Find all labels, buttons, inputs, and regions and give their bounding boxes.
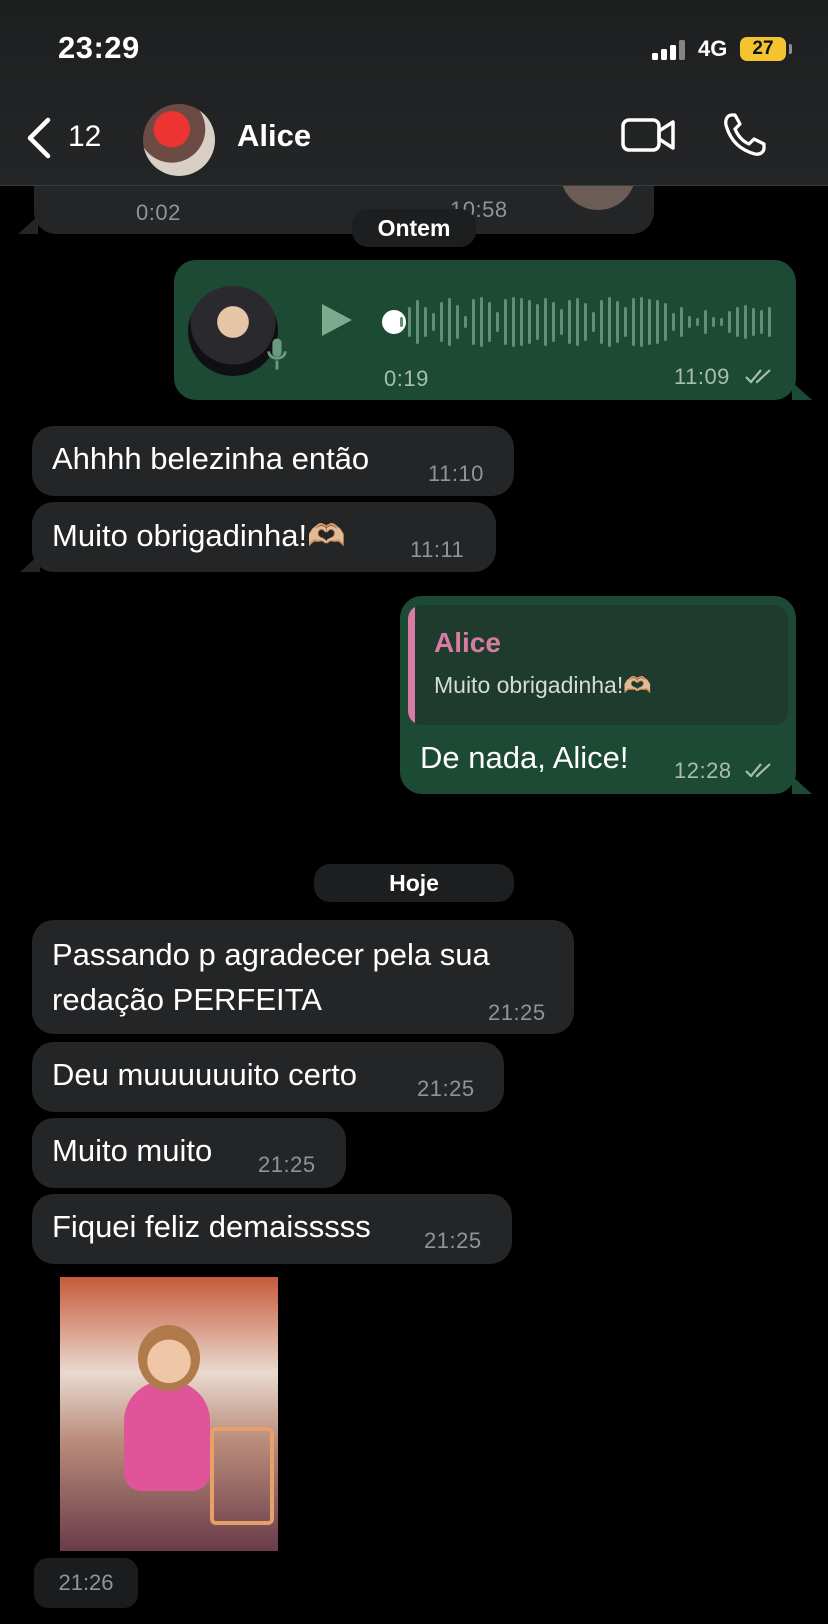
quoted-message[interactable]: Alice Muito obrigadinha!🫶🏼 bbox=[408, 605, 788, 725]
waveform-bar bbox=[568, 300, 571, 344]
gif-figure-shape bbox=[124, 1381, 210, 1491]
waveform-bar bbox=[608, 297, 611, 347]
message-text: Ahhhh belezinha então bbox=[52, 441, 370, 476]
contact-avatar[interactable] bbox=[143, 104, 215, 176]
waveform-bar bbox=[448, 298, 451, 346]
waveform-bar bbox=[432, 313, 435, 331]
bubble-tail bbox=[18, 216, 38, 234]
read-receipt-icon bbox=[745, 369, 771, 384]
message-time: 11:10 bbox=[428, 461, 484, 486]
waveform-bar bbox=[752, 308, 755, 336]
bubble-tail bbox=[792, 382, 812, 400]
message-text-line-2: redação PERFEITA bbox=[52, 982, 322, 1017]
gif-head-shape bbox=[138, 1325, 200, 1391]
waveform-bar bbox=[496, 312, 499, 332]
waveform-bar bbox=[664, 303, 667, 341]
message-text: Muito obrigadinha!🫶🏼 bbox=[52, 518, 346, 553]
waveform-bar bbox=[696, 318, 699, 326]
waveform-bar bbox=[576, 298, 579, 346]
waveform-bar bbox=[672, 313, 675, 331]
previous-voice-duration: 0:02 bbox=[136, 200, 181, 225]
network-type: 4G bbox=[698, 36, 728, 61]
message-time: 12:28 bbox=[674, 758, 732, 783]
waveform-bar bbox=[744, 305, 747, 339]
waveform-bar bbox=[408, 307, 411, 337]
waveform-bar bbox=[736, 307, 739, 337]
sender-avatar bbox=[188, 286, 278, 376]
message-text: Muito muito bbox=[52, 1133, 213, 1168]
video-call-icon[interactable] bbox=[620, 115, 676, 155]
message-text-line-1: Passando p agradecer pela sua bbox=[52, 937, 490, 972]
play-icon[interactable] bbox=[318, 302, 354, 338]
waveform-bar bbox=[720, 318, 723, 326]
waveform-bar bbox=[512, 297, 515, 347]
waveform-bar bbox=[440, 302, 443, 342]
gif-chair-shape bbox=[210, 1427, 274, 1525]
waveform-bar bbox=[624, 307, 627, 337]
waveform-bar bbox=[680, 307, 683, 337]
waveform-bar bbox=[424, 307, 427, 337]
unread-count[interactable]: 12 bbox=[68, 120, 101, 154]
message-time: 11:11 bbox=[410, 537, 465, 562]
voice-timestamp: 11:09 bbox=[674, 364, 730, 389]
waveform-bar bbox=[464, 316, 467, 328]
waveform-bar bbox=[480, 297, 483, 347]
audio-waveform[interactable] bbox=[400, 296, 771, 348]
waveform-bar bbox=[600, 300, 603, 344]
day-separator-yesterday: Ontem bbox=[352, 209, 476, 247]
waveform-bar bbox=[456, 305, 459, 339]
signal-strength-icon bbox=[652, 40, 685, 60]
quote-accent-bar bbox=[408, 605, 415, 725]
waveform-bar bbox=[528, 300, 531, 344]
waveform-bar bbox=[704, 310, 707, 334]
battery-tip bbox=[789, 44, 792, 54]
waveform-bar bbox=[760, 310, 763, 334]
read-receipt-icon bbox=[745, 763, 771, 778]
gif-image[interactable] bbox=[60, 1277, 278, 1551]
message-text: Deu muuuuuuito certo bbox=[52, 1057, 358, 1092]
waveform-bar bbox=[560, 309, 563, 335]
message-text: Fiquei feliz demaisssss bbox=[52, 1209, 371, 1244]
waveform-bar bbox=[520, 298, 523, 346]
message-time: 21:25 bbox=[424, 1228, 482, 1253]
back-chevron-icon[interactable] bbox=[22, 116, 62, 160]
day-separator-today: Hoje bbox=[314, 864, 514, 902]
waveform-bar bbox=[584, 303, 587, 341]
status-time: 23:29 bbox=[58, 30, 140, 65]
waveform-bar bbox=[648, 299, 651, 345]
phone-call-icon[interactable] bbox=[722, 112, 766, 158]
microphone-icon bbox=[267, 338, 287, 370]
message-time: 21:25 bbox=[417, 1076, 475, 1101]
message-time: 21:25 bbox=[258, 1152, 316, 1177]
bubble-tail bbox=[792, 776, 812, 794]
battery-level: 27 bbox=[752, 38, 774, 59]
waveform-bar bbox=[632, 298, 635, 346]
waveform-bar bbox=[536, 304, 539, 340]
waveform-bar bbox=[488, 302, 491, 342]
waveform-bar bbox=[656, 300, 659, 344]
waveform-bar bbox=[504, 299, 507, 345]
waveform-bar bbox=[688, 316, 691, 328]
waveform-bar bbox=[768, 307, 771, 337]
bubble-tail bbox=[20, 554, 40, 572]
waveform-bar bbox=[552, 302, 555, 342]
message-text: De nada, Alice! bbox=[420, 740, 629, 775]
gif-time-badge: 21:26 bbox=[34, 1558, 138, 1608]
waveform-bar bbox=[728, 311, 731, 333]
waveform-bar bbox=[416, 300, 419, 344]
waveform-bar bbox=[544, 298, 547, 346]
chat-header: 23:29 4G 27 12 Alice bbox=[0, 0, 828, 186]
battery-icon: 27 bbox=[740, 37, 786, 61]
contact-name[interactable]: Alice bbox=[237, 118, 311, 154]
waveform-bar bbox=[640, 297, 643, 347]
waveform-bar bbox=[592, 312, 595, 332]
message-time: 21:25 bbox=[488, 1000, 546, 1025]
waveform-bar bbox=[616, 301, 619, 343]
waveform-bar bbox=[712, 317, 715, 327]
voice-duration: 0:19 bbox=[384, 366, 429, 391]
quoted-author: Alice bbox=[434, 627, 501, 658]
quoted-text: Muito obrigadinha!🫶🏼 bbox=[434, 672, 652, 698]
waveform-bar bbox=[472, 299, 475, 345]
waveform-bar bbox=[400, 317, 403, 327]
